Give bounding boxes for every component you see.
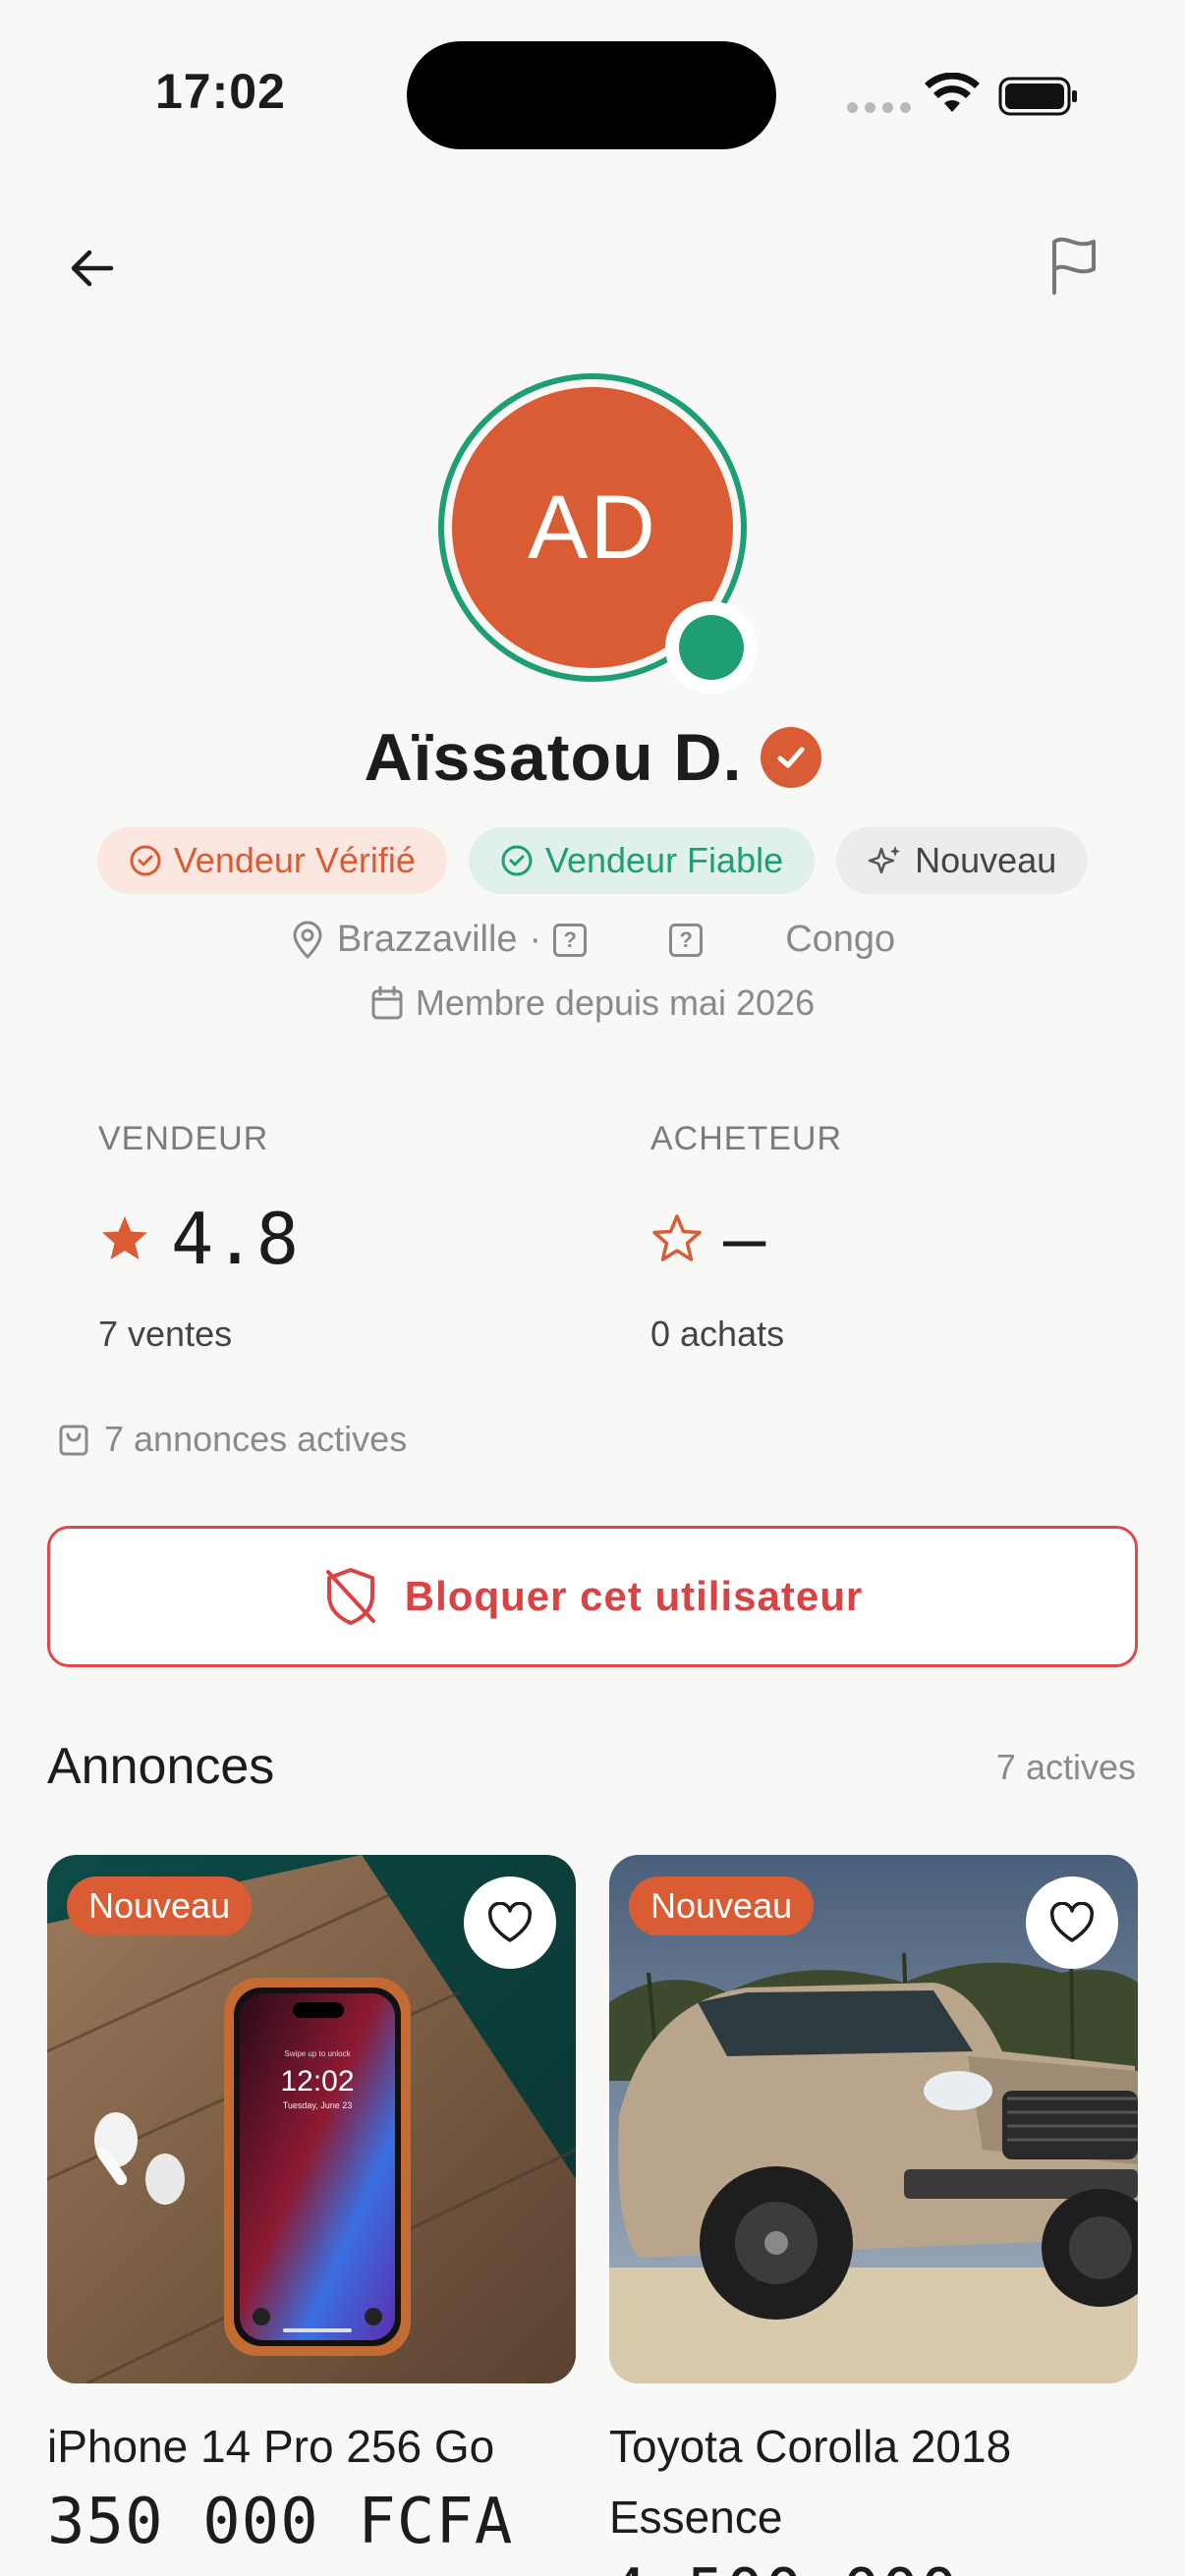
active-listings-info: 7 annonces actives	[57, 1419, 407, 1460]
listing-price: 350 000 FCFA	[47, 2486, 514, 2558]
dynamic-island	[407, 41, 776, 149]
flag-icon	[1052, 237, 1096, 295]
battery-icon	[998, 77, 1077, 116]
missing-glyph-icon: ?	[553, 923, 588, 957]
sparkle-icon	[868, 846, 901, 874]
profile-name: Aïssatou D.	[364, 720, 743, 795]
report-button[interactable]	[1040, 232, 1108, 301]
stat-label: VENDEUR	[98, 1120, 269, 1157]
missing-glyph-icon: ?	[669, 923, 704, 957]
verified-check-icon	[760, 727, 821, 788]
badge-label: Vendeur Vérifié	[173, 840, 416, 880]
check-circle-icon	[130, 845, 161, 876]
listing-title: Toyota Corolla 2018 Essence	[609, 2421, 1012, 2543]
location-country: Congo	[785, 919, 896, 960]
listing-image: Nouveau	[609, 1855, 1138, 2383]
listing-image: Swipe up to unlock 12:02 Tuesday, June 2…	[47, 1855, 576, 2383]
new-tag: Nouveau	[67, 1876, 253, 1935]
location-row: Brazzaville · ? ? Congo	[0, 919, 1185, 961]
phone-hint: Swipe up to unlock	[284, 2049, 351, 2058]
wifi-icon	[925, 73, 980, 112]
favorite-button[interactable]	[1026, 1876, 1118, 1969]
phone-date: Tuesday, June 23	[283, 2100, 353, 2110]
badge-verified-seller: Vendeur Vérifié	[96, 827, 447, 894]
back-button[interactable]	[57, 234, 126, 303]
phone-clock: 12:02	[280, 2065, 354, 2098]
block-user-button[interactable]: Bloquer cet utilisateur	[47, 1526, 1138, 1667]
block-user-label: Bloquer cet utilisateur	[404, 1573, 864, 1619]
star-outline-icon	[652, 1214, 702, 1261]
active-listings-count: 7 annonces actives	[104, 1419, 408, 1459]
check-circle-icon	[501, 845, 533, 876]
badge-label: Nouveau	[915, 840, 1057, 880]
favorite-button[interactable]	[464, 1876, 556, 1969]
map-pin-icon	[293, 921, 322, 959]
buyer-stats: ACHETEUR – 0 achats	[650, 1120, 1142, 1355]
buyer-rating: –	[723, 1198, 766, 1280]
star-filled-icon	[102, 1216, 147, 1260]
listing-title: iPhone 14 Pro 256 Go	[47, 2421, 495, 2472]
arrow-left-icon	[71, 250, 114, 287]
seller-rating: 4.8	[171, 1198, 300, 1280]
seller-stats: VENDEUR 4.8 7 ventes	[98, 1120, 590, 1355]
heart-icon	[487, 1902, 533, 1942]
status-time: 17:02	[155, 64, 286, 119]
member-since: Membre depuis mai 2026	[415, 982, 816, 1023]
new-tag: Nouveau	[629, 1876, 815, 1935]
cellular-signal-icon	[847, 102, 911, 113]
seller-sales-count: 7 ventes	[98, 1314, 233, 1354]
badge-reliable-seller: Vendeur Fiable	[468, 827, 816, 894]
member-since-row: Membre depuis mai 2026	[0, 982, 1185, 1024]
listings-section-title: Annonces	[47, 1738, 275, 1795]
listing-card[interactable]: Swipe up to unlock 12:02 Tuesday, June 2…	[47, 1855, 576, 2558]
location-city: Brazzaville	[336, 919, 518, 960]
badge-list: Vendeur Vérifié Vendeur Fiable Nouveau	[0, 827, 1185, 894]
badge-label: Vendeur Fiable	[544, 840, 784, 880]
badge-new: Nouveau	[836, 827, 1089, 894]
location-separator: ·	[529, 919, 542, 960]
profile-name-row: Aïssatou D.	[0, 719, 1185, 796]
listing-price: 4 500 000	[609, 2556, 1138, 2576]
shopping-bag-icon	[59, 1425, 88, 1456]
calendar-icon	[371, 985, 403, 1020]
listings-section-count: 7 actives	[995, 1747, 1136, 1787]
buyer-purchase-count: 0 achats	[650, 1314, 785, 1354]
listing-card[interactable]: Nouveau Toyota Corolla 2018 Essence 4 50…	[609, 1855, 1138, 2576]
stat-label: ACHETEUR	[650, 1120, 843, 1157]
online-status-indicator	[665, 601, 758, 694]
heart-icon	[1049, 1902, 1095, 1942]
shield-off-icon	[325, 1568, 375, 1625]
